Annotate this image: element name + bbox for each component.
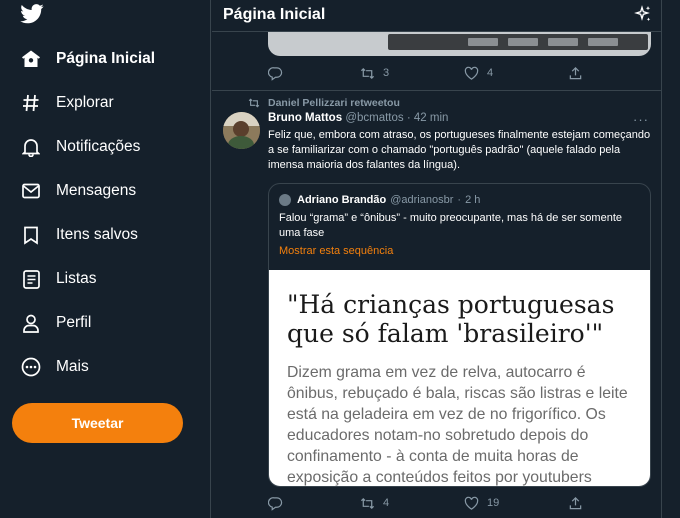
list-icon [20, 268, 42, 290]
author-handle[interactable]: @bcmattos [345, 112, 403, 124]
tweet-button[interactable]: Tweetar [12, 403, 183, 443]
more-options-icon[interactable]: ··· [633, 112, 649, 127]
quoted-tweet-header: Adriano Brandão @adrianosbr · 2 h [279, 194, 480, 206]
retweet-icon [248, 98, 260, 108]
reply-button[interactable] [268, 496, 360, 511]
article-image[interactable]: "Há crianças portuguesas que só falam 'b… [269, 270, 650, 486]
retweet-context[interactable]: Daniel Pellizzari retweetou [248, 97, 400, 109]
tweet-time[interactable]: 42 min [414, 112, 449, 124]
quoted-avatar [279, 194, 291, 206]
sidebar-item-label: Página Inicial [56, 50, 156, 67]
divider [212, 90, 661, 91]
image-detail [548, 38, 578, 46]
tweet-text: Feliz que, embora com atraso, os portugu… [268, 129, 651, 171]
like-count: 4 [487, 67, 494, 79]
sidebar-item-label: Mensagens [56, 182, 137, 199]
share-icon [569, 66, 582, 79]
sidebar-item-notifications[interactable]: Notificações [20, 132, 140, 162]
heart-icon [464, 66, 479, 80]
separator: · [457, 194, 462, 206]
sidebar-item-explore[interactable]: Explorar [20, 88, 114, 118]
sidebar-item-lists[interactable]: Listas [20, 264, 97, 294]
person-icon [20, 312, 42, 334]
image-detail [588, 38, 618, 46]
envelope-icon [20, 180, 42, 202]
sparkle-icon[interactable] [634, 5, 652, 23]
tweet-header: Bruno Mattos @bcmattos · 42 min [268, 112, 448, 124]
heart-icon [464, 496, 479, 510]
previous-tweet-actions: 3 4 [268, 65, 598, 81]
like-button[interactable]: 4 [464, 66, 568, 81]
retweet-button[interactable]: 4 [360, 496, 464, 511]
share-icon [569, 496, 582, 509]
like-count: 19 [487, 497, 500, 509]
sidebar: Página Inicial Explorar Notificações Men… [0, 0, 211, 518]
bookmark-icon [20, 224, 42, 246]
article-body: Dizem grama em vez de relva, autocarro é… [287, 364, 628, 486]
reply-icon [268, 66, 283, 81]
quoted-time: 2 h [465, 194, 481, 206]
quoted-tweet[interactable]: Adriano Brandão @adrianosbr · 2 h Falou … [268, 183, 651, 487]
twitter-bird-icon[interactable] [20, 4, 44, 24]
image-detail [508, 38, 538, 46]
image-detail [468, 38, 498, 46]
tweet-actions: 4 19 [268, 495, 598, 511]
sidebar-item-more[interactable]: Mais [20, 352, 89, 382]
timeline-header: Página Inicial [212, 0, 661, 32]
retweet-icon [360, 67, 375, 79]
more-circle-icon [20, 356, 42, 378]
share-button[interactable] [568, 496, 583, 511]
quoted-author-handle: @adrianosbr [390, 194, 454, 206]
reply-icon [268, 496, 283, 511]
retweet-icon [360, 497, 375, 509]
page-title: Página Inicial [223, 6, 326, 23]
retweeted-by: Daniel Pellizzari retweetou [268, 97, 400, 109]
sidebar-item-label: Explorar [56, 94, 114, 111]
cropped-text-fragment [287, 270, 407, 273]
retweet-count: 4 [383, 497, 390, 509]
retweet-button[interactable]: 3 [360, 66, 464, 81]
sidebar-item-label: Itens salvos [56, 226, 138, 243]
quoted-author-name: Adriano Brandão [297, 194, 387, 206]
sidebar-item-label: Notificações [56, 138, 141, 155]
article-title: "Há crianças portuguesas que só falam 'b… [287, 290, 615, 348]
author-name[interactable]: Bruno Mattos [268, 112, 342, 124]
reply-button[interactable] [268, 66, 360, 81]
sidebar-item-label: Perfil [56, 314, 92, 331]
retweet-count: 3 [383, 67, 390, 79]
home-icon [20, 48, 42, 70]
sidebar-item-profile[interactable]: Perfil [20, 308, 91, 338]
sidebar-item-label: Listas [56, 270, 97, 287]
sidebar-item-messages[interactable]: Mensagens [20, 176, 136, 206]
avatar[interactable] [223, 112, 260, 149]
previous-tweet-image[interactable] [268, 32, 651, 56]
sidebar-item-bookmarks[interactable]: Itens salvos [20, 220, 138, 250]
sidebar-item-home[interactable]: Página Inicial [20, 44, 155, 74]
share-button[interactable] [568, 66, 583, 81]
separator: · [406, 112, 411, 124]
like-button[interactable]: 19 [464, 496, 568, 511]
timeline: Página Inicial 3 4 Daniel Pellizzari ret… [212, 0, 662, 518]
quoted-tweet-text: Falou “grama” e “ônibus” - muito preocup… [279, 212, 622, 239]
hashtag-icon [20, 92, 42, 114]
show-thread-link[interactable]: Mostrar esta sequência [279, 245, 393, 257]
bell-icon [20, 136, 42, 158]
sidebar-item-label: Mais [56, 358, 89, 375]
